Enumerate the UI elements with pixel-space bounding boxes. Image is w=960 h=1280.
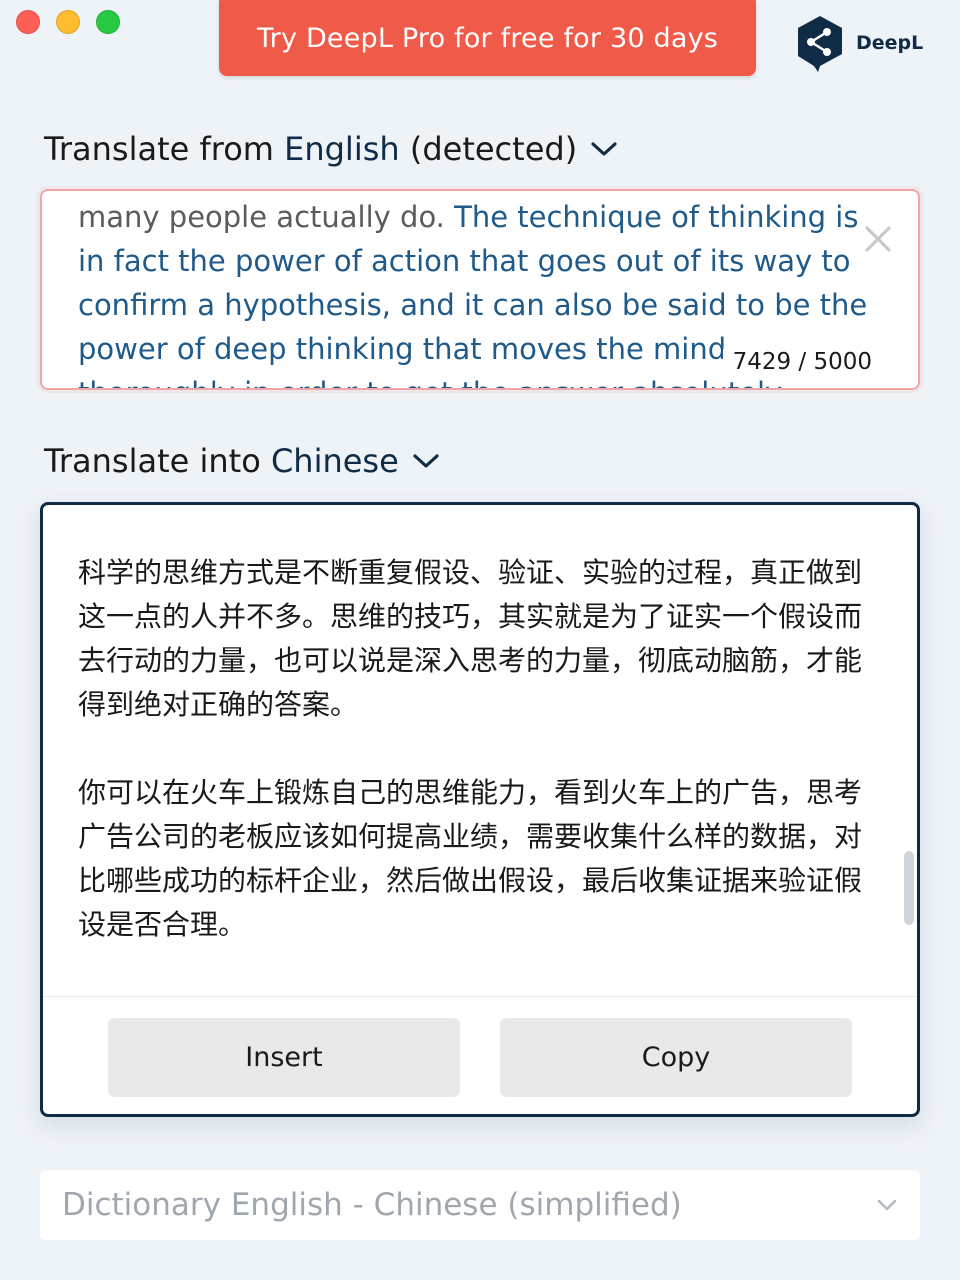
try-pro-button[interactable]: Try DeepL Pro for free for 30 days xyxy=(219,0,756,76)
chevron-down-icon xyxy=(591,142,617,156)
dictionary-dropdown[interactable]: Dictionary English - Chinese (simplified… xyxy=(40,1170,920,1240)
source-detected-label: (detected) xyxy=(409,130,578,168)
brand-name: DeepL xyxy=(856,32,924,54)
zoom-window-button[interactable] xyxy=(96,10,120,34)
source-language-name: English xyxy=(284,130,400,168)
target-prefix-text: Translate into xyxy=(44,442,261,480)
source-language-prefix: Translate from English (detected) xyxy=(44,130,577,168)
character-counter: 7429 / 5000 xyxy=(722,349,878,375)
insert-button[interactable]: Insert xyxy=(108,1018,460,1097)
divider xyxy=(43,996,917,997)
chevron-down-icon xyxy=(413,454,439,468)
scrollbar-thumb[interactable] xyxy=(904,851,914,925)
translation-text[interactable]: 科学的思维方式是不断重复假设、验证、实验的过程，真正做到这一点的人并不多。思维的… xyxy=(78,551,868,947)
translation-paragraph: 科学的思维方式是不断重复假设、验证、实验的过程，真正做到这一点的人并不多。思维的… xyxy=(78,556,863,721)
source-text-area[interactable]: many people actually do. The technique o… xyxy=(40,189,920,390)
deepl-logo-icon xyxy=(798,16,842,72)
translation-paragraph: 你可以在火车上锻炼自己的思维能力，看到火车上的广告，思考广告公司的老板应该如何提… xyxy=(78,776,863,941)
minimize-window-button[interactable] xyxy=(56,10,80,34)
copy-button[interactable]: Copy xyxy=(500,1018,852,1097)
close-window-button[interactable] xyxy=(16,10,40,34)
brand: DeepL xyxy=(794,14,923,72)
close-icon[interactable] xyxy=(862,223,894,255)
chevron-down-icon xyxy=(877,1199,897,1211)
target-language-label: Translate into Chinese xyxy=(44,442,399,480)
dictionary-label: Dictionary English - Chinese (simplified… xyxy=(62,1187,682,1223)
try-pro-label: Try DeepL Pro for free for 30 days xyxy=(256,22,719,54)
target-language-name: Chinese xyxy=(270,442,399,480)
translation-output[interactable]: 科学的思维方式是不断重复假设、验证、实验的过程，真正做到这一点的人并不多。思维的… xyxy=(40,502,920,1117)
source-language-selector[interactable]: Translate from English (detected) xyxy=(44,130,619,168)
window-controls xyxy=(16,10,120,34)
target-language-selector[interactable]: Translate into Chinese xyxy=(44,442,441,480)
source-text-muted: many people actually do. xyxy=(78,200,445,234)
source-prefix-text: Translate from xyxy=(44,130,274,168)
